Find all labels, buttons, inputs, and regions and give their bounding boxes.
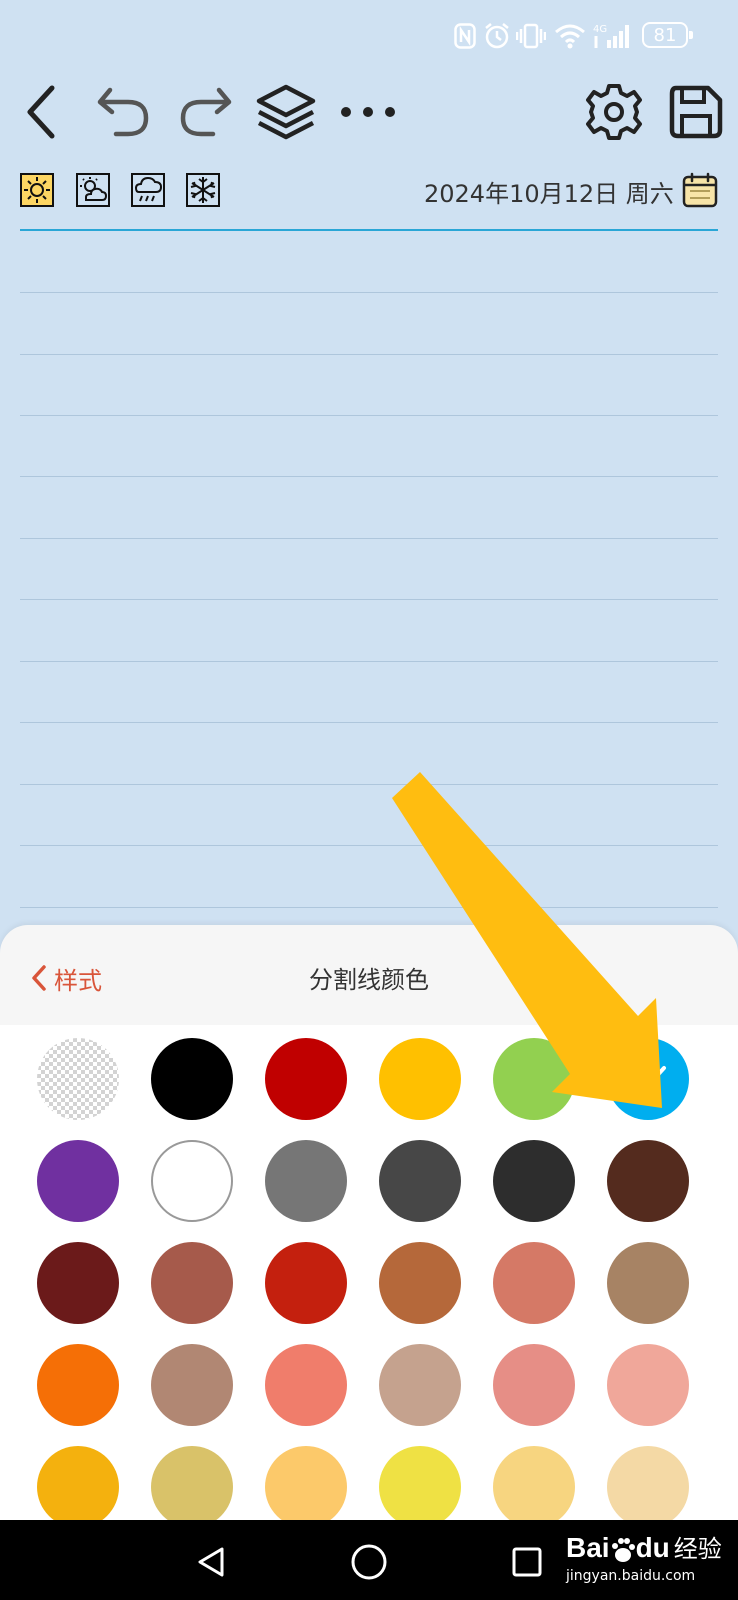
color-swatch[interactable]	[493, 1446, 575, 1528]
baidu-watermark: Bai du 经验 jingyan.baidu.com	[566, 1532, 734, 1590]
watermark-product: 经验	[673, 1535, 722, 1563]
date-label[interactable]: 2024年10月12日 周六	[424, 174, 676, 208]
ruled-line	[20, 599, 718, 600]
weather-cloudy-option[interactable]	[76, 173, 110, 207]
gear-icon	[586, 84, 642, 140]
ruled-line	[20, 354, 718, 355]
nfc-icon	[452, 22, 478, 50]
settings-button[interactable]	[582, 80, 646, 144]
more-button[interactable]	[336, 80, 400, 144]
calendar-button[interactable]	[682, 172, 718, 208]
save-button[interactable]	[664, 80, 728, 144]
color-swatch[interactable]	[493, 1344, 575, 1426]
redo-icon	[180, 87, 232, 137]
color-swatch[interactable]	[37, 1242, 119, 1324]
color-swatch[interactable]	[265, 1446, 347, 1528]
network-type: 4G	[593, 24, 607, 35]
color-swatch[interactable]	[379, 1344, 461, 1426]
color-swatch[interactable]	[265, 1242, 347, 1324]
swatch-transparent[interactable]	[37, 1038, 119, 1120]
calendar-icon	[682, 172, 718, 208]
ruled-line	[20, 722, 718, 723]
circle-home-icon	[351, 1544, 387, 1580]
color-swatch[interactable]	[607, 1446, 689, 1528]
color-swatch[interactable]	[151, 1140, 233, 1222]
snow-icon	[190, 177, 216, 203]
watermark-url: jingyan.baidu.com	[566, 1568, 696, 1584]
color-swatch[interactable]	[151, 1344, 233, 1426]
ruled-line	[20, 476, 718, 477]
signal-icon: 4G	[592, 22, 634, 50]
paw-icon	[611, 1538, 635, 1562]
battery-indicator: 81	[642, 22, 693, 48]
color-swatch[interactable]	[265, 1038, 347, 1120]
nav-home-button[interactable]	[347, 1540, 391, 1584]
annotation-arrow	[392, 772, 662, 1108]
color-swatch[interactable]	[493, 1140, 575, 1222]
color-swatch[interactable]	[607, 1140, 689, 1222]
watermark-brand-2: du	[635, 1532, 670, 1563]
square-recents-icon	[512, 1547, 542, 1577]
weather-snow-option[interactable]	[186, 173, 220, 207]
ruled-line	[20, 538, 718, 539]
status-bar: 4G 81	[0, 0, 738, 70]
color-swatch[interactable]	[265, 1344, 347, 1426]
weather-sunny-option[interactable]	[20, 173, 54, 207]
wifi-icon	[553, 22, 587, 50]
color-swatch[interactable]	[379, 1242, 461, 1324]
layers-icon	[256, 84, 316, 140]
triangle-back-icon	[198, 1547, 224, 1577]
color-swatch[interactable]	[37, 1344, 119, 1426]
back-icon	[27, 85, 55, 139]
color-swatch[interactable]	[151, 1242, 233, 1324]
back-button[interactable]	[10, 80, 74, 144]
color-swatch[interactable]	[265, 1140, 347, 1222]
alarm-icon	[482, 22, 512, 50]
ruled-line	[20, 292, 718, 293]
layers-button[interactable]	[254, 80, 318, 144]
color-swatch[interactable]	[37, 1140, 119, 1222]
weather-rain-option[interactable]	[131, 173, 165, 207]
save-icon	[669, 85, 723, 139]
partly-cloudy-icon	[80, 177, 108, 201]
color-swatch[interactable]	[151, 1446, 233, 1528]
sun-icon	[24, 177, 50, 203]
color-swatch[interactable]	[493, 1242, 575, 1324]
nav-back-button[interactable]	[190, 1540, 234, 1584]
color-swatch[interactable]	[607, 1242, 689, 1324]
color-swatch[interactable]	[37, 1446, 119, 1528]
rain-icon	[134, 176, 163, 202]
undo-button[interactable]	[92, 80, 156, 144]
color-swatch[interactable]	[379, 1140, 461, 1222]
color-swatch[interactable]	[151, 1038, 233, 1120]
ruled-line	[20, 661, 718, 662]
color-swatch[interactable]	[379, 1446, 461, 1528]
watermark-brand: Bai	[566, 1532, 610, 1563]
more-icon	[341, 107, 395, 117]
undo-icon	[97, 87, 149, 137]
vibrate-icon	[515, 22, 547, 50]
nav-recents-button[interactable]	[505, 1540, 549, 1584]
header-divider	[20, 229, 718, 231]
ruled-line	[20, 415, 718, 416]
redo-button[interactable]	[173, 80, 237, 144]
color-swatch[interactable]	[607, 1344, 689, 1426]
